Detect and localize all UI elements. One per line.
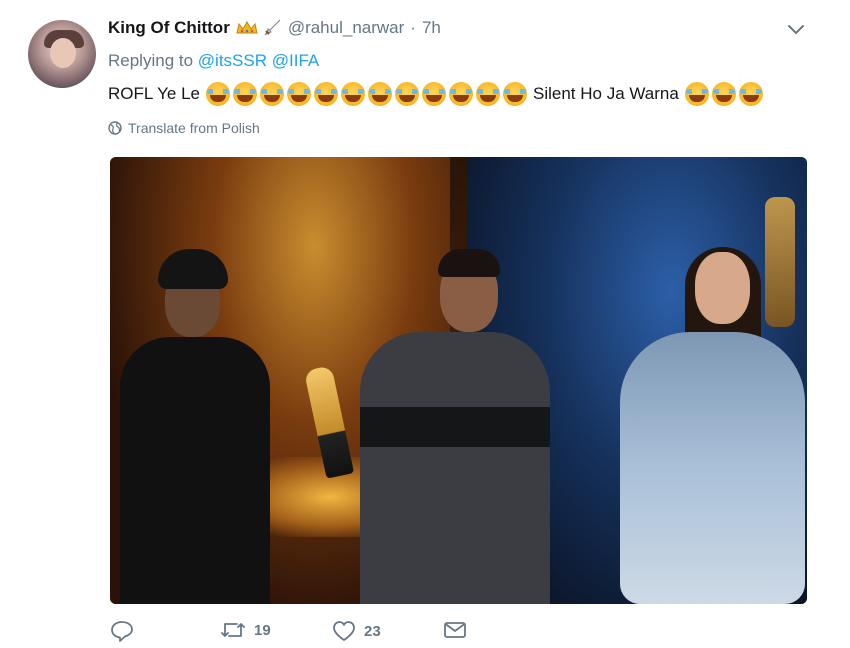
user-handle[interactable]: @rahul_narwar	[288, 18, 404, 38]
person-center-hair	[438, 249, 500, 277]
emoji-group-2	[684, 82, 763, 106]
person-center-stripe	[360, 407, 550, 447]
laughing-emoji-icon	[503, 82, 527, 106]
retweet-icon	[221, 623, 245, 637]
laughing-emoji-icon	[422, 82, 446, 106]
like-count: 23	[364, 622, 381, 640]
emoji-group-1	[206, 82, 527, 106]
laughing-emoji-icon	[206, 82, 230, 106]
laughing-emoji-icon	[476, 82, 500, 106]
laughing-emoji-icon	[738, 82, 763, 106]
tweet-text-end: Silent Ho Ja Warna	[533, 84, 679, 103]
retweet-button[interactable]: 19	[220, 620, 271, 640]
display-name[interactable]: King Of Chittor	[108, 18, 230, 38]
chevron-down-icon[interactable]	[786, 22, 806, 38]
person-right-head	[695, 252, 750, 324]
laughing-emoji-icon	[341, 82, 365, 106]
envelope-icon	[444, 622, 466, 638]
tweet-text-start: ROFL Ye Le	[108, 84, 200, 103]
replying-prefix: Replying to	[108, 51, 194, 70]
globe-icon	[108, 121, 122, 135]
laughing-emoji-icon	[260, 82, 284, 106]
laughing-emoji-icon	[449, 82, 473, 106]
reply-button[interactable]	[110, 620, 142, 642]
laughing-emoji-icon	[314, 82, 338, 106]
avatar-face	[50, 38, 76, 68]
dagger-icon	[262, 18, 282, 38]
tweet-timestamp[interactable]: 7h	[422, 18, 441, 38]
laughing-emoji-icon	[711, 82, 736, 106]
trophy-backdrop	[765, 197, 795, 327]
separator-dot: ·	[410, 18, 416, 37]
mention-link[interactable]: @IIFA	[272, 51, 320, 70]
laughing-emoji-icon	[233, 82, 257, 106]
user-avatar[interactable]	[28, 20, 96, 88]
retweet-count: 19	[254, 621, 271, 639]
translate-label[interactable]: Translate from Polish	[128, 120, 260, 136]
person-right-dress	[620, 332, 805, 604]
mention-link[interactable]: @itsSSR	[198, 51, 267, 70]
laughing-emoji-icon	[368, 82, 392, 106]
like-button[interactable]: 23	[332, 620, 381, 642]
translate-link[interactable]: Translate from Polish	[108, 120, 260, 136]
laughing-emoji-icon	[395, 82, 419, 106]
crown-icon	[236, 21, 258, 35]
reply-icon	[111, 621, 133, 642]
tweet-photo[interactable]	[110, 157, 807, 604]
heart-icon	[333, 621, 355, 641]
laughing-emoji-icon	[684, 82, 709, 106]
person-center-body	[360, 332, 550, 604]
person-left-body	[120, 337, 270, 604]
replying-to-line: Replying to @itsSSR @IIFA	[108, 51, 319, 71]
tweet-text: ROFL Ye Le Silent Ho Ja Warna	[108, 82, 769, 106]
laughing-emoji-icon	[287, 82, 311, 106]
direct-message-button[interactable]	[443, 620, 467, 640]
tweet-header: King Of Chittor @rahul_narwar · 7h	[108, 16, 441, 40]
